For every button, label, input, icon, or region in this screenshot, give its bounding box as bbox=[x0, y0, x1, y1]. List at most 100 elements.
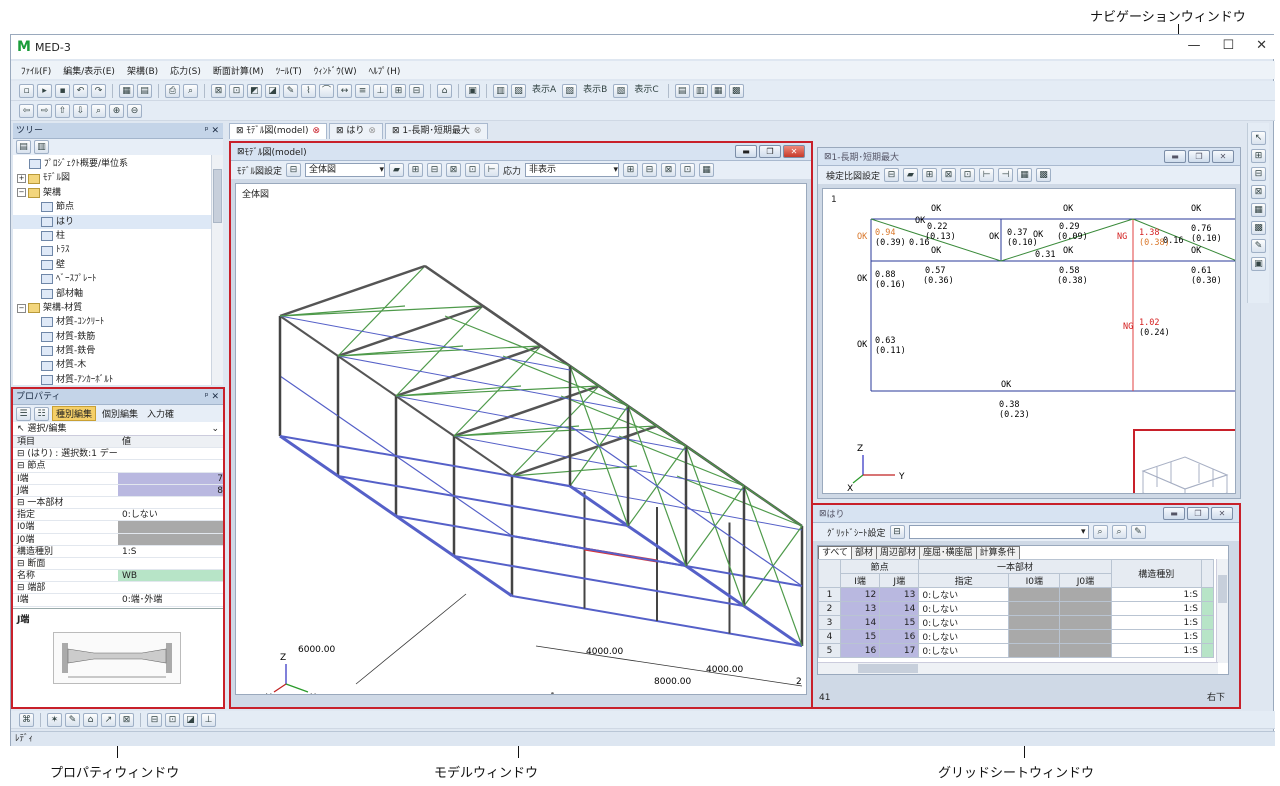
bottom-tool-3-icon[interactable]: ✎ bbox=[65, 712, 80, 727]
col-header[interactable]: 指定 bbox=[918, 573, 1010, 588]
view-a-button[interactable]: 表示A bbox=[529, 84, 559, 98]
cell-j-end[interactable]: 14 bbox=[879, 601, 920, 616]
menu-item-2[interactable]: 架構(B) bbox=[127, 64, 158, 77]
property-value[interactable]: 0:端･外端 bbox=[118, 594, 223, 605]
property-row[interactable]: ⊟ 一本部材 bbox=[13, 497, 223, 510]
table-row[interactable]: 2 13 14 0:しない 1:S bbox=[818, 601, 1214, 616]
cell-designation[interactable]: 0:しない bbox=[918, 615, 1010, 630]
print-icon[interactable]: ⎙ bbox=[165, 83, 180, 98]
tree-item[interactable]: 材質-鉄筋 bbox=[13, 330, 211, 344]
check-tool-8-icon[interactable]: ▦ bbox=[1017, 168, 1033, 182]
tree-scrollbar[interactable] bbox=[211, 155, 223, 385]
bottom-tool-6-icon[interactable]: ⊠ bbox=[119, 712, 134, 727]
grid-hscroll[interactable] bbox=[818, 662, 1218, 674]
cell-j0-end[interactable] bbox=[1059, 587, 1112, 602]
row-number[interactable]: 1 bbox=[818, 587, 841, 602]
layout-3-icon[interactable]: ▦ bbox=[710, 83, 726, 98]
cell-i0-end[interactable] bbox=[1008, 587, 1061, 602]
tree-item[interactable]: 材質-ｱﾝｶｰﾎﾞﾙﾄ bbox=[13, 373, 211, 385]
check-tool-2-icon[interactable]: ▰ bbox=[903, 168, 919, 182]
row-number[interactable]: 2 bbox=[818, 601, 841, 616]
menu-item-4[interactable]: 断面計算(M) bbox=[213, 64, 264, 77]
bottom-tool-2-icon[interactable]: ✶ bbox=[47, 712, 62, 727]
undo-icon[interactable]: ↶ bbox=[73, 83, 88, 98]
property-row[interactable]: ⊟ 節点 bbox=[13, 460, 223, 473]
property-value[interactable]: 7 bbox=[118, 472, 223, 484]
property-row[interactable]: ⊟ 端部 bbox=[13, 582, 223, 595]
property-panel-close-icon[interactable]: ᵖ ✕ bbox=[205, 389, 219, 405]
tree-folder2-icon[interactable]: ▥ bbox=[34, 140, 49, 154]
property-value[interactable] bbox=[118, 582, 223, 593]
cell-i0-end[interactable] bbox=[1008, 615, 1061, 630]
model-tool-8-icon[interactable]: ⊟ bbox=[642, 163, 658, 177]
sort-category-icon[interactable]: ☰ bbox=[16, 406, 31, 421]
model-tool-4-icon[interactable]: ⊠ bbox=[446, 163, 462, 177]
property-row[interactable]: I端 7 bbox=[13, 472, 223, 485]
view-select[interactable]: 全体図 ▾ bbox=[305, 163, 386, 177]
cell-extra[interactable] bbox=[1201, 601, 1214, 616]
maximize-button[interactable]: ☐ bbox=[1222, 38, 1234, 53]
property-value[interactable] bbox=[118, 521, 223, 533]
grid-pencil-icon[interactable]: ✎ bbox=[1130, 525, 1146, 539]
view-b-icon[interactable]: ▧ bbox=[562, 83, 578, 98]
document-tab-2[interactable]: ⊠ 1-長期･短期最大 ⊗ bbox=[384, 123, 489, 139]
bottom-tool-10-icon[interactable]: ⊥ bbox=[201, 712, 216, 727]
property-value[interactable] bbox=[118, 558, 223, 569]
cell-designation[interactable]: 0:しない bbox=[918, 629, 1010, 644]
document-tab-0[interactable]: ⊠ ﾓﾃﾞﾙ図(model) ⊗ bbox=[229, 123, 327, 139]
model-tool-5-icon[interactable]: ⊡ bbox=[465, 163, 481, 177]
tree-folder-icon[interactable]: ▤ bbox=[16, 140, 31, 154]
cell-j-end[interactable]: 16 bbox=[879, 629, 920, 644]
zoom-out-icon[interactable]: ⊖ bbox=[127, 103, 142, 118]
tree-item[interactable]: 壁 bbox=[13, 258, 211, 272]
tree-expander-icon[interactable]: − bbox=[17, 303, 26, 313]
search-icon[interactable]: ⌕ bbox=[1092, 525, 1108, 539]
menu-item-6[interactable]: ｳｨﾝﾄﾞｳ(W) bbox=[314, 64, 357, 77]
side-tool-6-icon[interactable]: ✎ bbox=[1251, 239, 1266, 253]
sort-alpha-icon[interactable]: ☷ bbox=[34, 406, 49, 421]
check-canvas[interactable]: 1 OK OK OK 0.22 (0.13) 0.29 (0.09) 0.76 (0.10) OK… bbox=[822, 188, 1236, 494]
new-file-icon[interactable]: ▫ bbox=[19, 83, 34, 98]
row-number[interactable]: 3 bbox=[818, 615, 841, 630]
stress-select[interactable]: 非表示 ▾ bbox=[525, 163, 620, 177]
cell-structure-type[interactable]: 1:S bbox=[1110, 629, 1203, 644]
menu-item-5[interactable]: ﾂｰﾙ(T) bbox=[276, 64, 302, 77]
model-tool-3-icon[interactable]: ⊟ bbox=[427, 163, 443, 177]
col-header[interactable]: J端 bbox=[879, 573, 920, 588]
side-tool-1-icon[interactable]: ⊞ bbox=[1251, 149, 1266, 163]
model-tool-6-icon[interactable]: ⊢ bbox=[484, 163, 500, 177]
grid-close-button[interactable]: ✕ bbox=[1211, 507, 1233, 520]
tab-close-icon[interactable]: ⊗ bbox=[474, 126, 482, 136]
pencil-icon[interactable]: ✎ bbox=[283, 83, 298, 98]
tab-individual-edit[interactable]: 個別編集 bbox=[99, 407, 141, 420]
tab-type-edit[interactable]: 種別編集 bbox=[52, 406, 97, 421]
model-tool-9-icon[interactable]: ⊠ bbox=[661, 163, 677, 177]
tree-item[interactable]: 材質-ｺﾝｸﾘｰﾄ bbox=[13, 315, 211, 329]
model-settings-icon[interactable]: ⊟ bbox=[286, 163, 302, 177]
layout-4-icon[interactable]: ▩ bbox=[728, 83, 744, 98]
check-tool-5-icon[interactable]: ⊡ bbox=[960, 168, 976, 182]
property-row[interactable]: ⊟ (はり) : 選択数:1 データ番号:14 bbox=[13, 448, 223, 461]
model-tool-11-icon[interactable]: ▦ bbox=[699, 163, 715, 177]
cell-j-end[interactable]: 15 bbox=[879, 615, 920, 630]
tree-item[interactable]: ﾄﾗｽ bbox=[13, 243, 211, 257]
property-value[interactable] bbox=[118, 448, 223, 459]
cell-structure-type[interactable]: 1:S bbox=[1110, 643, 1203, 658]
frame-tool-8-icon[interactable]: ≡ bbox=[355, 83, 370, 98]
frame-tool-6-icon[interactable]: ⌒ bbox=[319, 83, 334, 98]
search-next-icon[interactable]: ⌕ bbox=[1111, 525, 1127, 539]
row-number[interactable]: 4 bbox=[818, 629, 841, 644]
window-tile-icon[interactable]: ▦ bbox=[119, 83, 134, 98]
cell-extra[interactable] bbox=[1201, 615, 1214, 630]
cell-structure-type[interactable]: 1:S bbox=[1110, 587, 1203, 602]
model-minimize-button[interactable]: ▬ bbox=[735, 145, 757, 158]
property-row[interactable]: J端 8 bbox=[13, 484, 223, 497]
frame-tool-1-icon[interactable]: ⊠ bbox=[211, 83, 226, 98]
tree-item[interactable]: 部材軸 bbox=[13, 287, 211, 301]
cell-j0-end[interactable] bbox=[1059, 629, 1112, 644]
redo-icon[interactable]: ↷ bbox=[91, 83, 106, 98]
grid-settings-icon[interactable]: ⊟ bbox=[889, 525, 905, 539]
sheet-tab-4[interactable]: 計算条件 bbox=[975, 546, 1020, 559]
cell-j-end[interactable]: 13 bbox=[879, 587, 920, 602]
cell-i-end[interactable]: 15 bbox=[839, 629, 881, 644]
